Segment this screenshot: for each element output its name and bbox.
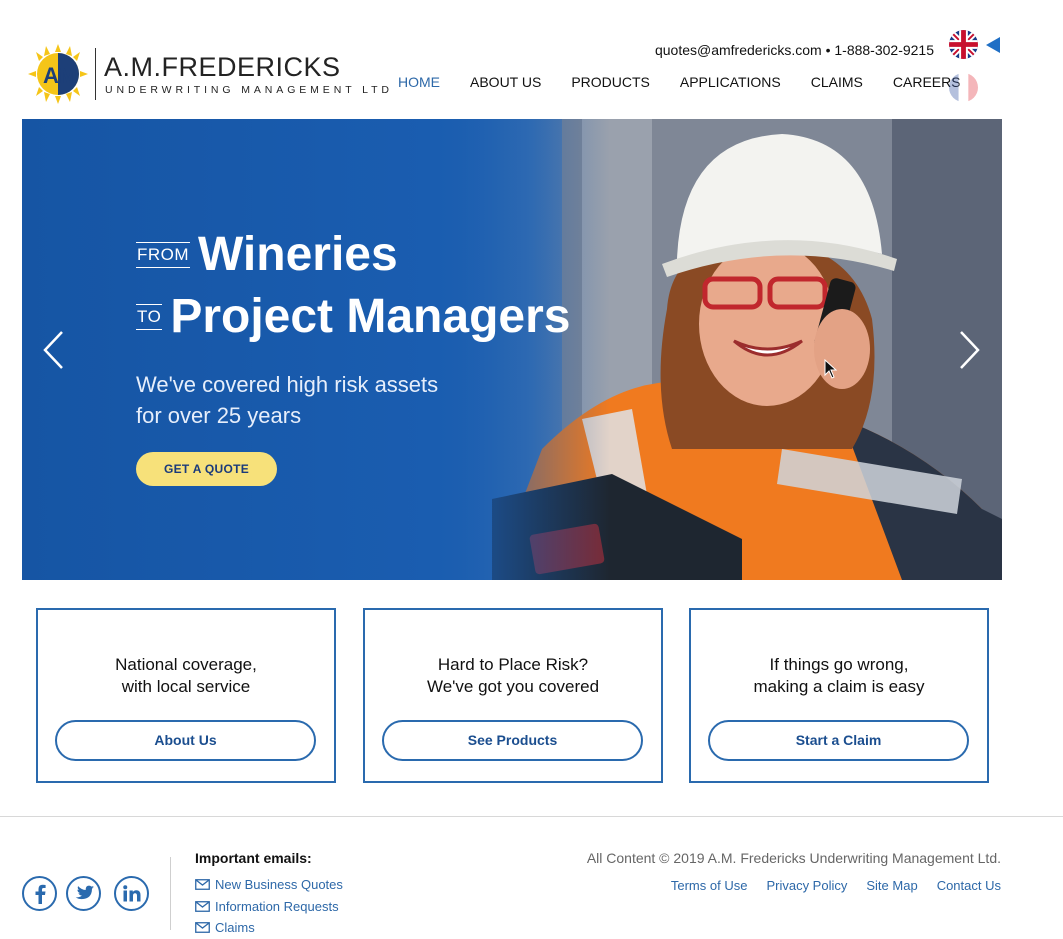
- card-claims-text: If things go wrong, making a claim is ea…: [753, 655, 925, 696]
- headline-prefix-to: TO: [136, 303, 163, 330]
- footer-divider: [0, 816, 1063, 817]
- svg-text:AM: AM: [43, 63, 77, 88]
- card-about: National coverage, with local service Ab…: [36, 608, 336, 783]
- card-about-text: National coverage, with local service: [115, 655, 257, 696]
- privacy-policy-link[interactable]: Privacy Policy: [766, 878, 847, 893]
- contact-us-link[interactable]: Contact Us: [937, 878, 1001, 893]
- uk-flag-icon[interactable]: [949, 30, 978, 59]
- nav-about-us[interactable]: ABOUT US: [470, 74, 541, 92]
- footer-separator: [170, 857, 171, 930]
- carousel-prev-arrow-icon[interactable]: [42, 330, 66, 370]
- headline-line-2: TO Project Managers: [136, 289, 570, 344]
- nav-applications[interactable]: APPLICATIONS: [680, 74, 781, 92]
- carousel-next-arrow-icon[interactable]: [957, 330, 981, 370]
- about-us-button[interactable]: About Us: [55, 720, 316, 761]
- company-subtitle: UNDERWRITING MANAGEMENT LTD: [105, 84, 393, 96]
- nav-products[interactable]: PRODUCTS: [571, 74, 650, 92]
- linkedin-icon[interactable]: [114, 876, 149, 911]
- footer-links: Terms of Use Privacy Policy Site Map Con…: [652, 878, 1001, 893]
- card-products: Hard to Place Risk? We've got you covere…: [363, 608, 663, 783]
- language-selector-arrow-icon[interactable]: [986, 37, 1000, 53]
- logo-sun-icon: AM: [28, 44, 88, 104]
- headline-wineries: Wineries: [198, 228, 398, 281]
- envelope-icon: [195, 901, 210, 912]
- headline-prefix-from: FROM: [136, 241, 191, 268]
- france-flag-icon[interactable]: [949, 73, 978, 102]
- see-products-button[interactable]: See Products: [382, 720, 643, 761]
- envelope-icon: [195, 879, 210, 890]
- headline-project-managers: Project Managers: [170, 290, 571, 343]
- site-map-link[interactable]: Site Map: [866, 878, 917, 893]
- card-claims: If things go wrong, making a claim is ea…: [689, 608, 989, 783]
- headline-line-1: FROM Wineries: [136, 227, 398, 282]
- company-name: A.M.FREDERICKS: [104, 52, 341, 82]
- important-emails-title: Important emails:: [195, 850, 312, 866]
- nav-home[interactable]: HOME: [398, 74, 440, 92]
- logo-divider: [95, 48, 96, 100]
- email-information-requests[interactable]: Information Requests: [195, 899, 339, 914]
- mouse-pointer-icon: [824, 359, 838, 379]
- twitter-icon[interactable]: [66, 876, 101, 911]
- card-products-text: Hard to Place Risk? We've got you covere…: [426, 655, 600, 696]
- contact-info[interactable]: quotes@amfredericks.com • 1-888-302-9215: [655, 42, 934, 58]
- facebook-icon[interactable]: [22, 876, 57, 911]
- start-a-claim-button[interactable]: Start a Claim: [708, 720, 969, 761]
- main-nav: HOME ABOUT US PRODUCTS APPLICATIONS CLAI…: [383, 74, 976, 92]
- nav-claims[interactable]: CLAIMS: [811, 74, 863, 92]
- company-logo[interactable]: AM A.M.FREDERICKS UNDERWRITING MANAGEMEN…: [26, 44, 389, 104]
- hero-worker-image: [22, 119, 1002, 580]
- hero-banner: FROM Wineries TO Project Managers We've co…: [22, 119, 1002, 580]
- terms-of-use-link[interactable]: Terms of Use: [671, 878, 748, 893]
- envelope-icon: [195, 922, 210, 933]
- email-claims[interactable]: Claims: [195, 920, 255, 935]
- copyright-text: All Content © 2019 A.M. Fredericks Under…: [586, 850, 1001, 866]
- get-a-quote-button[interactable]: GET A QUOTE: [136, 452, 277, 486]
- email-new-business-quotes[interactable]: New Business Quotes: [195, 877, 343, 892]
- hero-tagline: We've covered high risk assets for over …: [136, 372, 439, 428]
